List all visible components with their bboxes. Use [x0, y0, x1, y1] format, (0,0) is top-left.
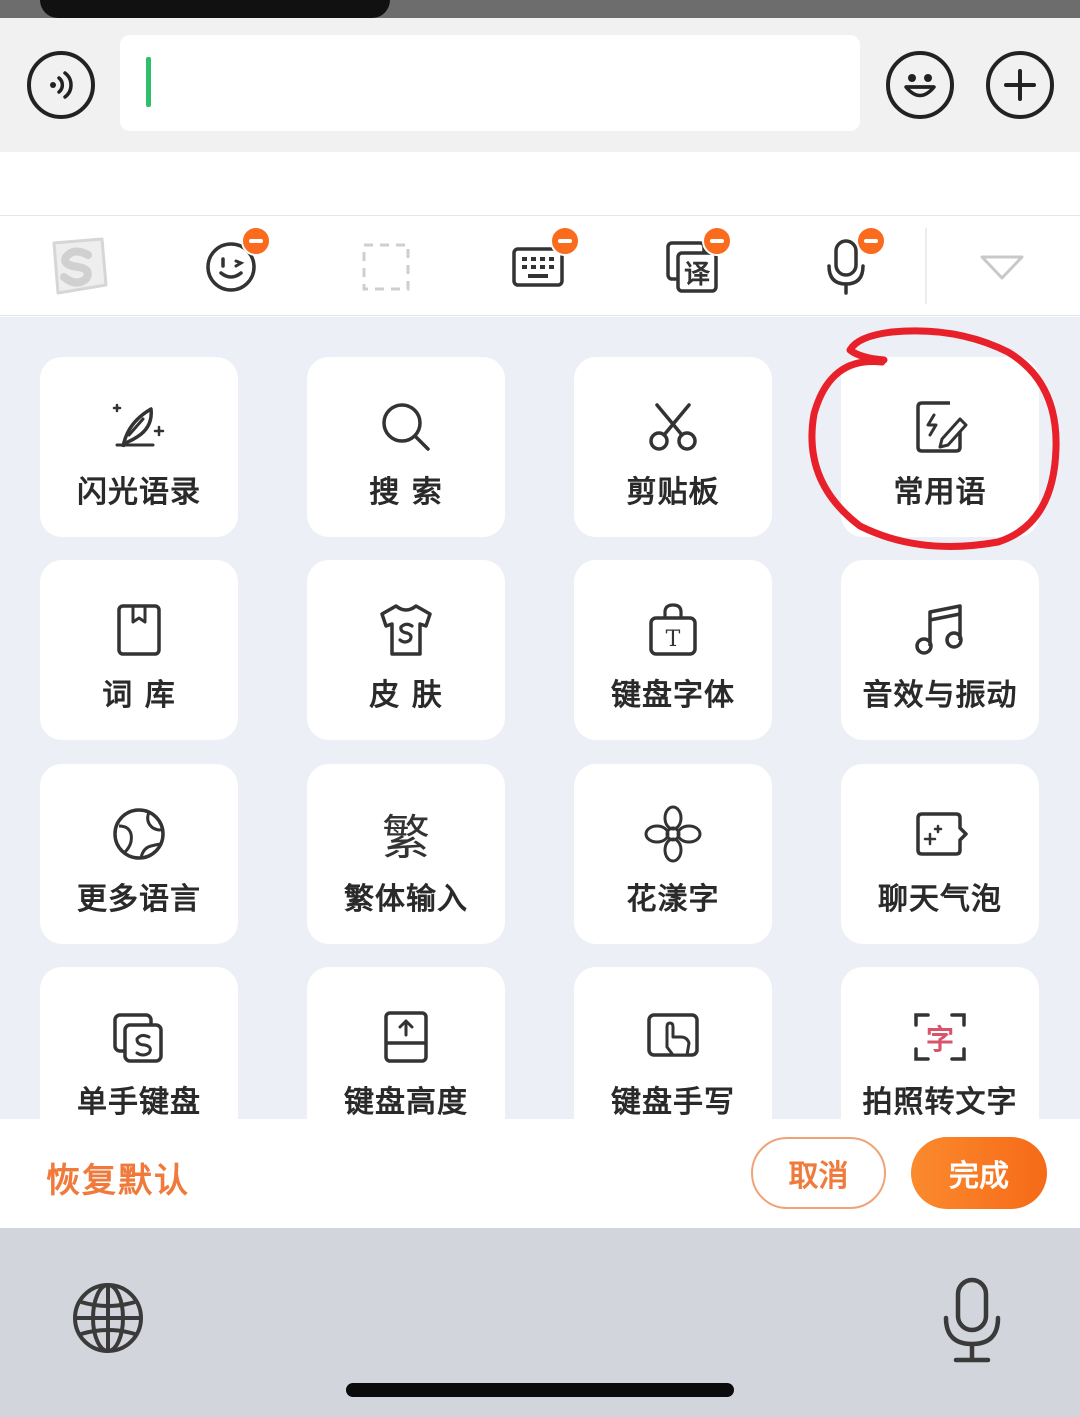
tile-keyboard-handwriting[interactable]: 键盘手写	[574, 967, 772, 1119]
tile-label: 键盘手写	[611, 1085, 735, 1119]
toolbar-translate[interactable]: 译	[652, 226, 732, 298]
tile-more-languages[interactable]: 更多语言	[40, 764, 238, 944]
quick-phrase-icon	[916, 401, 968, 453]
home-indicator[interactable]	[346, 1383, 734, 1397]
voice-wave-icon	[50, 71, 73, 99]
tile-label: 搜 索	[369, 475, 443, 510]
svg-text:T: T	[666, 627, 681, 652]
dictation-mic-icon[interactable]	[940, 1276, 1004, 1366]
tile-skin[interactable]: 皮 肤	[307, 560, 505, 740]
svg-text:译: 译	[684, 260, 711, 290]
message-input[interactable]	[120, 35, 860, 131]
remove-badge[interactable]	[856, 226, 886, 256]
tile-clipboard[interactable]: 剪贴板	[574, 357, 772, 537]
tile-word-library[interactable]: 词 库	[40, 560, 238, 740]
edit-action-bar: 恢复默认 取消 完成	[0, 1119, 1080, 1228]
tile-search[interactable]: 搜 索	[307, 357, 505, 537]
tile-common-phrases[interactable]: 常用语	[841, 357, 1039, 537]
globe-icon[interactable]	[70, 1280, 146, 1356]
candidate-strip	[0, 152, 1080, 216]
tile-label: 常用语	[893, 475, 987, 510]
toolbar-emoji[interactable]	[191, 226, 271, 298]
dashed-square-icon	[362, 243, 410, 291]
book-icon	[117, 604, 161, 656]
globe-icon	[113, 808, 165, 860]
toolbar-collapse[interactable]	[962, 236, 1042, 298]
toolbar-empty-slot[interactable]	[346, 236, 426, 298]
tshirt-icon	[380, 604, 432, 656]
toolbar-divider	[925, 228, 927, 304]
system-keyboard-bar	[0, 1228, 1080, 1417]
chat-input-bar	[0, 18, 1080, 152]
tile-label: 单手键盘	[77, 1085, 201, 1119]
traditional-char-icon: 繁	[382, 810, 430, 864]
quill-sparkle-icon	[112, 403, 165, 448]
scissors-icon	[649, 403, 697, 451]
tile-sound-vibration[interactable]: 音效与振动	[841, 560, 1039, 740]
toolbar-keyboard[interactable]	[498, 226, 580, 298]
emoji-button[interactable]	[886, 51, 954, 119]
tile-label: 更多语言	[77, 882, 201, 917]
music-note-icon	[915, 604, 963, 655]
tile-chat-bubble[interactable]: 聊天气泡	[841, 764, 1039, 944]
tile-photo-to-text[interactable]: 字 拍照转文字	[841, 967, 1039, 1119]
font-bag-icon: T	[649, 603, 697, 656]
cancel-button[interactable]: 取消	[751, 1137, 886, 1209]
flower-icon	[644, 805, 702, 863]
voice-toggle-button[interactable]	[27, 51, 95, 119]
add-button[interactable]	[986, 51, 1054, 119]
svg-text:字: 字	[926, 1023, 954, 1056]
done-button[interactable]: 完成	[911, 1137, 1047, 1209]
search-icon	[382, 403, 430, 451]
dynamic-island	[40, 0, 390, 18]
tile-label: 音效与振动	[862, 678, 1018, 713]
tile-traditional-input[interactable]: 繁 繁体输入	[307, 764, 505, 944]
tile-flash-quotes[interactable]: 闪光语录	[40, 357, 238, 537]
keyboard-height-icon	[384, 1011, 428, 1063]
status-area	[0, 0, 1080, 18]
remove-badge[interactable]	[702, 226, 732, 256]
tile-label: 聊天气泡	[878, 882, 1002, 917]
tile-one-hand-keyboard[interactable]: 单手键盘	[40, 967, 238, 1119]
tile-label: 键盘字体	[611, 678, 735, 713]
tile-label: 闪光语录	[77, 475, 201, 510]
collapse-triangle-icon	[980, 255, 1024, 280]
remove-badge[interactable]	[241, 226, 271, 256]
tile-keyboard-font[interactable]: T 键盘字体	[574, 560, 772, 740]
toolbar-microphone[interactable]	[806, 226, 886, 298]
text-caret	[146, 57, 151, 107]
ime-toolbar: 译	[0, 216, 1080, 316]
tile-label: 键盘高度	[344, 1085, 468, 1119]
tile-label: 词 库	[102, 678, 176, 713]
tile-fancy-text[interactable]: 花漾字	[574, 764, 772, 944]
toolbar-sogou-logo[interactable]	[38, 236, 118, 298]
remove-badge[interactable]	[550, 226, 580, 256]
one-hand-keyboard-icon	[113, 1013, 163, 1063]
handwriting-icon	[647, 1013, 699, 1057]
chat-bubble-icon	[916, 812, 968, 856]
tile-label: 皮 肤	[369, 678, 443, 713]
sogou-logo-icon	[52, 237, 108, 295]
photo-to-text-icon: 字	[914, 1013, 966, 1061]
plus-icon	[1004, 69, 1036, 101]
tile-label: 剪贴板	[626, 475, 720, 510]
restore-default-button[interactable]: 恢复默认	[46, 1153, 190, 1202]
function-panel: 闪光语录 搜 索 剪贴板 常用语 词 库 皮 肤 T 键盘字体 音效与振动 更多…	[0, 317, 1080, 1119]
tile-label: 拍照转文字	[862, 1085, 1018, 1119]
tile-keyboard-height[interactable]: 键盘高度	[307, 967, 505, 1119]
tile-label: 繁体输入	[344, 882, 468, 917]
tile-label: 花漾字	[626, 882, 720, 917]
smiley-icon	[904, 74, 936, 98]
svg-text:繁: 繁	[382, 810, 430, 864]
